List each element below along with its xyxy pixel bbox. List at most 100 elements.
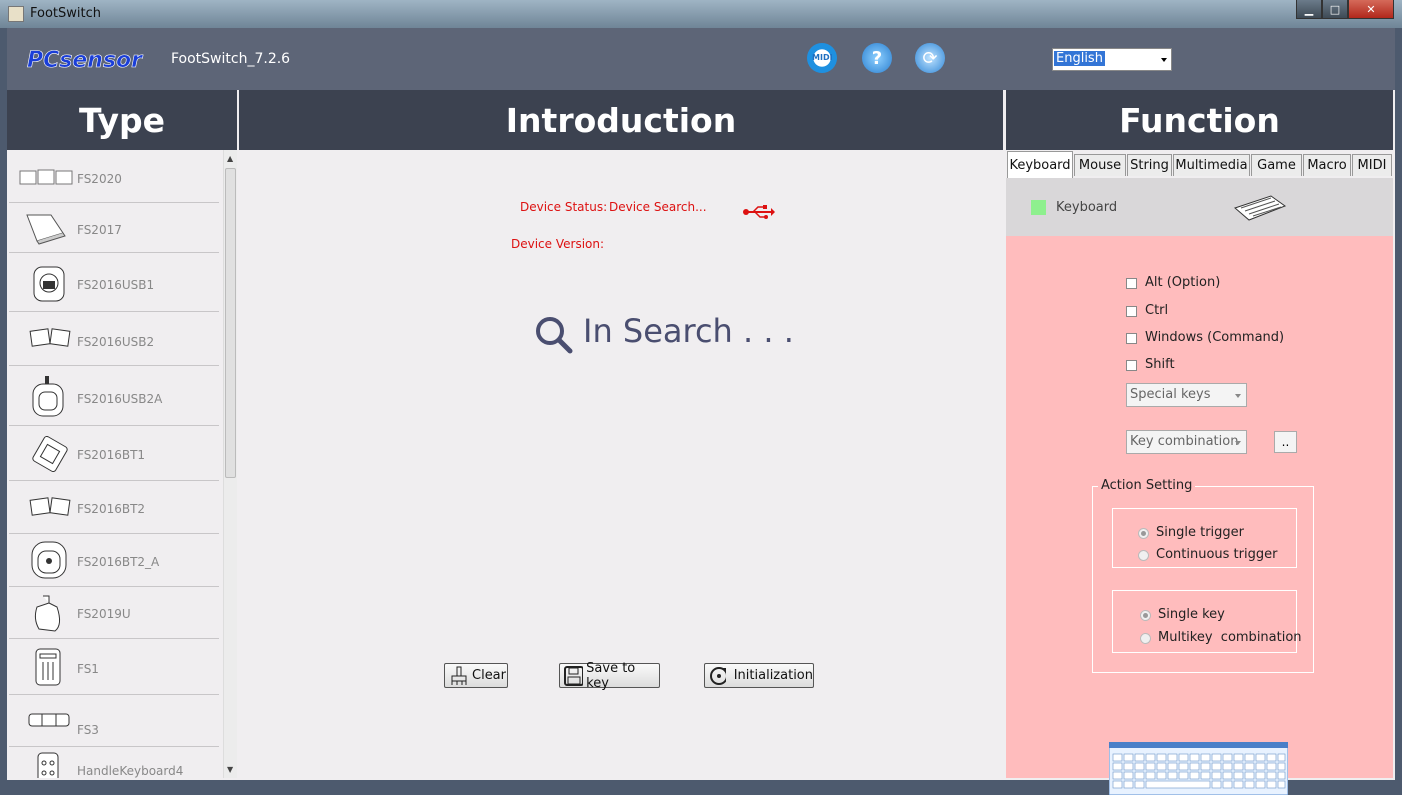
tab-string[interactable]: String (1127, 154, 1172, 176)
alt-checkbox[interactable] (1126, 278, 1137, 289)
type-item-fs2016usb2[interactable]: FS2016USB2 (9, 312, 219, 366)
usb-icon (743, 205, 775, 219)
chevron-down-icon (1235, 394, 1241, 398)
tab-multimedia[interactable]: Multimedia (1173, 154, 1250, 176)
tab-game[interactable]: Game (1251, 154, 1302, 176)
multikey-combination-label: Multikey combination (1158, 630, 1302, 645)
status-indicator (1031, 200, 1046, 215)
initialization-button[interactable]: Initialization (704, 663, 814, 688)
handlekeyboard4-device-icon (37, 752, 59, 778)
fs2016bt1-device-icon (32, 436, 68, 472)
ctrl-checkbox[interactable] (1126, 306, 1137, 317)
type-item-fs2016bt2[interactable]: FS2016BT2 (9, 481, 219, 534)
app-header: PCsensor FootSwitch_7.2.6 MIDI ? ⟳ Engli… (7, 28, 1395, 90)
fs2019u-device-icon (34, 595, 61, 632)
keyboard-label: Keyboard (1056, 200, 1118, 215)
fs2020-device-icon (19, 169, 73, 185)
type-item-fs3[interactable]: FS3 (9, 695, 219, 747)
continuous-trigger-label: Continuous trigger (1156, 547, 1278, 562)
type-item-fs1[interactable]: FS1 (9, 639, 219, 695)
scroll-up-icon[interactable]: ▲ (227, 154, 233, 163)
broom-icon (451, 666, 467, 685)
pcsensor-logo: PCsensor (27, 48, 143, 74)
fs2016usb2-device-icon (29, 328, 71, 347)
keyboard-icon (1234, 195, 1287, 221)
type-item-fs2016usb2a[interactable]: FS2016USB2A (9, 366, 219, 426)
type-item-fs2019u[interactable]: FS2019U (9, 587, 219, 639)
action-setting-group: Action Setting Single trigger Continuous… (1092, 478, 1314, 673)
fs1-device-icon (35, 648, 61, 686)
tab-midi[interactable]: MIDI (1352, 154, 1392, 176)
window-controls: ▁ □ ✕ (1296, 0, 1394, 20)
window-title: FootSwitch (30, 6, 101, 21)
multikey-combination-radio[interactable] (1140, 633, 1151, 644)
clear-button[interactable]: Clear (444, 663, 508, 688)
windows-label: Windows (Command) (1145, 330, 1285, 345)
trigger-group: Single trigger Continuous trigger (1112, 508, 1297, 568)
fs2016bt2a-device-icon (31, 541, 67, 579)
type-item-fs2016bt2-a[interactable]: FS2016BT2_A (9, 534, 219, 587)
key-mode-group: Single key Multikey combination (1112, 590, 1302, 653)
device-version-label: Device Version: (511, 237, 605, 251)
shift-label: Shift (1145, 357, 1175, 372)
close-button[interactable]: ✕ (1348, 0, 1394, 19)
introduction-header: Introduction (239, 90, 1003, 150)
app-frame: PCsensor FootSwitch_7.2.6 MIDI ? ⟳ Engli… (7, 28, 1395, 795)
language-value: English (1054, 51, 1105, 66)
single-trigger-radio[interactable] (1138, 528, 1149, 539)
shift-checkbox[interactable] (1126, 360, 1137, 371)
help-icon[interactable]: ? (862, 43, 892, 73)
reset-icon (710, 666, 726, 685)
single-key-radio[interactable] (1140, 610, 1151, 621)
type-item-fs2016bt1[interactable]: FS2016BT1 (9, 426, 219, 481)
chevron-down-icon (1161, 58, 1167, 62)
type-item-fs2020[interactable]: FS2020 (9, 150, 219, 203)
svg-text:PCsensor: PCsensor (27, 48, 143, 73)
fs3-device-icon (28, 713, 70, 727)
ctrl-label: Ctrl (1145, 303, 1169, 318)
chevron-down-icon (1235, 441, 1241, 445)
device-status-value: Device Search... (609, 200, 707, 214)
scroll-down-icon[interactable]: ▼ (227, 765, 233, 774)
more-button[interactable]: .. (1274, 431, 1297, 453)
search-text: In Search . . . (583, 312, 794, 350)
fs2016usb1-device-icon (33, 266, 65, 302)
app-icon (8, 6, 24, 22)
continuous-trigger-radio[interactable] (1138, 550, 1149, 561)
single-key-label: Single key (1158, 607, 1225, 622)
fs2016bt2-device-icon (29, 497, 71, 516)
language-select[interactable]: English (1052, 48, 1172, 71)
tab-keyboard[interactable]: Keyboard (1007, 151, 1073, 178)
scrollbar-thumb[interactable] (225, 168, 236, 478)
key-combination-select[interactable]: Key combination (1126, 430, 1247, 454)
app-version: FootSwitch_7.2.6 (171, 51, 291, 67)
minimize-button[interactable]: ▁ (1296, 0, 1322, 19)
save-to-key-button[interactable]: Save to key (559, 661, 660, 691)
floppy-disk-icon (564, 665, 584, 686)
type-list-scrollbar[interactable]: ▲ ▼ (223, 150, 237, 778)
alt-label: Alt (Option) (1145, 275, 1221, 290)
function-panel: Keyboard Mouse String Multimedia Game Ma… (1006, 150, 1393, 795)
midi-icon[interactable]: MIDI (807, 43, 837, 73)
keyboard-mode-bar: Keyboard (1006, 178, 1393, 236)
introduction-panel: Device Status: Device Search... Device V… (239, 150, 1003, 778)
fs2017-device-icon (26, 214, 66, 245)
type-item-handlekeyboard4[interactable]: HandleKeyboard4 (9, 747, 219, 778)
tab-macro[interactable]: Macro (1303, 154, 1351, 176)
type-list: FS2020 FS2017 FS2016USB1 FS2016USB2 FS20… (9, 150, 237, 778)
on-screen-keyboard-icon[interactable] (1109, 742, 1288, 795)
action-setting-title: Action Setting (1098, 478, 1196, 493)
function-tabs: Keyboard Mouse String Multimedia Game Ma… (1006, 150, 1393, 178)
function-header: Function (1006, 90, 1393, 150)
windows-checkbox[interactable] (1126, 333, 1137, 344)
search-icon (536, 317, 573, 354)
device-status-label: Device Status: (520, 200, 608, 214)
type-item-fs2016usb1[interactable]: FS2016USB1 (9, 253, 219, 312)
maximize-button[interactable]: □ (1322, 0, 1348, 19)
special-keys-select[interactable]: Special keys (1126, 383, 1247, 407)
type-item-fs2017[interactable]: FS2017 (9, 203, 219, 253)
type-header: Type (7, 90, 237, 150)
tab-mouse[interactable]: Mouse (1074, 154, 1126, 176)
refresh-icon[interactable]: ⟳ (915, 43, 945, 73)
single-trigger-label: Single trigger (1156, 525, 1244, 540)
